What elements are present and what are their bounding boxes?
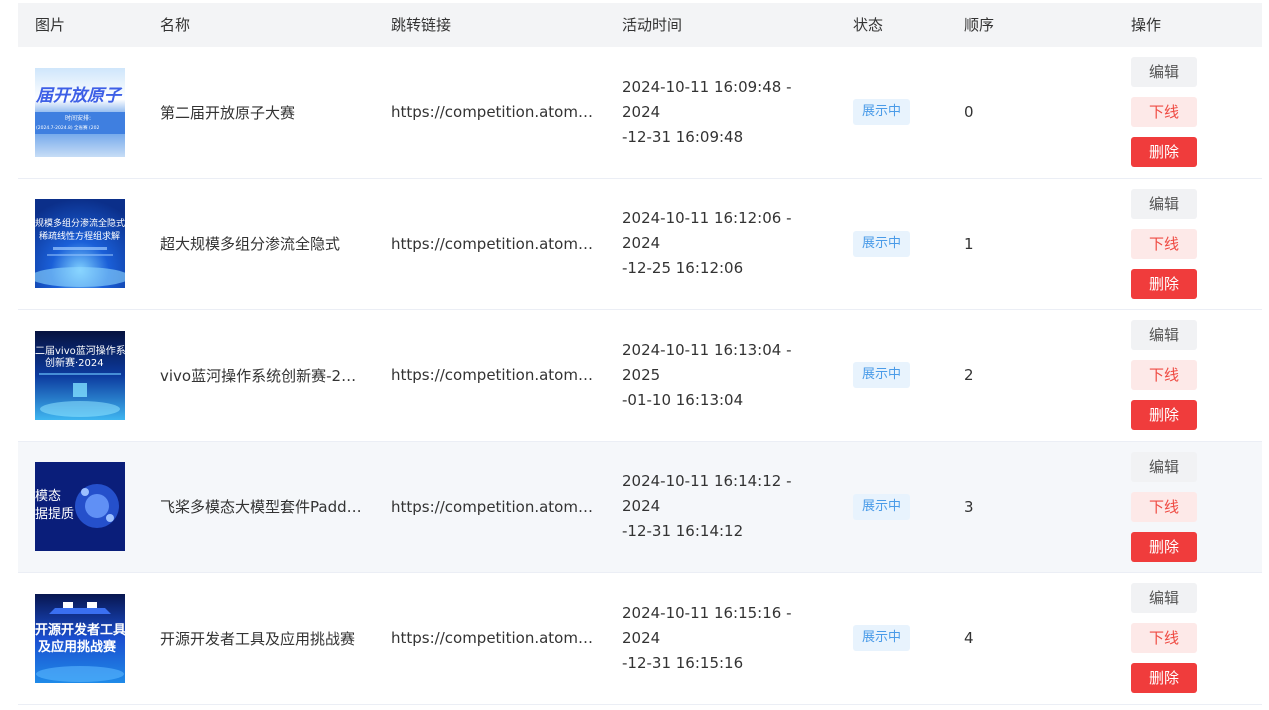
header-status: 状态	[853, 16, 884, 34]
svg-text:规模多组分渗流全隐式: 规模多组分渗流全隐式	[35, 217, 125, 229]
activity-name: 飞桨多模态大模型套件PaddleMIX	[160, 498, 365, 517]
offline-button[interactable]: 下线	[1131, 228, 1197, 259]
order-value: 0	[964, 103, 974, 122]
activity-time: 2024-10-11 16:15:16 - 2024 -12-31 16:15:…	[622, 603, 792, 672]
activity-time: 2024-10-11 16:14:12 - 2024 -12-31 16:14:…	[622, 472, 792, 541]
delete-button[interactable]: 删除	[1131, 268, 1197, 299]
activity-time: 2024-10-11 16:09:48 - 2024 -12-31 16:09:…	[622, 77, 792, 146]
activity-name: 第二届开放原子大赛	[160, 103, 296, 122]
offline-button[interactable]: 下线	[1131, 97, 1197, 128]
edit-button[interactable]: 编辑	[1131, 451, 1197, 482]
delete-button[interactable]: 删除	[1131, 531, 1197, 562]
order-value: 3	[964, 497, 974, 516]
header-ops: 操作	[1131, 16, 1162, 34]
status-badge: 展示中	[853, 493, 911, 520]
edit-button[interactable]: 编辑	[1131, 188, 1197, 219]
svg-text:模态: 模态	[35, 489, 61, 504]
svg-text:开源开发者工具: 开源开发者工具	[35, 622, 125, 638]
activity-name: 开源开发者工具及应用挑战赛	[160, 629, 356, 648]
activity-table: 图片 名称 跳转链接 活动时间 状态 顺序 操作 届开放原子 时间安排: (20…	[18, 3, 1262, 705]
edit-button[interactable]: 编辑	[1131, 320, 1197, 351]
svg-text:稀疏线性方程组求解: 稀疏线性方程组求解	[39, 230, 120, 242]
delete-button[interactable]: 删除	[1131, 400, 1197, 431]
activity-link[interactable]: https://competition.atomgit.com	[391, 366, 596, 384]
delete-button[interactable]: 删除	[1131, 137, 1197, 168]
svg-text:创新赛·2024: 创新赛·2024	[45, 356, 104, 369]
svg-text:二届vivo蓝河操作系: 二届vivo蓝河操作系	[35, 344, 125, 357]
activity-name: vivo蓝河操作系统创新赛-2024	[160, 366, 365, 385]
activity-link[interactable]: https://competition.atomgit.com	[391, 235, 596, 253]
edit-button[interactable]: 编辑	[1131, 57, 1197, 88]
header-time: 活动时间	[622, 16, 683, 34]
activity-thumbnail[interactable]: 开源开发者工具 及应用挑战赛	[35, 593, 125, 683]
header-order: 顺序	[964, 16, 995, 34]
order-value: 2	[964, 366, 974, 385]
svg-text:时间安排:: 时间安排:	[65, 114, 91, 122]
svg-text:据提质: 据提质	[35, 506, 74, 522]
delete-button[interactable]: 删除	[1131, 663, 1197, 694]
table-header: 图片 名称 跳转链接 活动时间 状态 顺序 操作	[18, 3, 1262, 47]
status-badge: 展示中	[853, 625, 911, 652]
svg-text:届开放原子: 届开放原子	[35, 86, 123, 106]
activity-link[interactable]: https://competition.atomgit.com	[391, 629, 596, 647]
edit-button[interactable]: 编辑	[1131, 583, 1197, 614]
svg-text:及应用挑战赛: 及应用挑战赛	[38, 639, 117, 655]
header-name: 名称	[160, 16, 191, 34]
status-badge: 展示中	[853, 362, 911, 389]
header-image: 图片	[35, 16, 66, 34]
activity-thumbnail[interactable]: 届开放原子 时间安排: (2024.7-2024.8) 全省赛 (202	[35, 67, 125, 157]
activity-thumbnail[interactable]: 规模多组分渗流全隐式 稀疏线性方程组求解	[35, 199, 125, 289]
status-badge: 展示中	[853, 99, 911, 126]
svg-text:(2024.7-2024.8) 全省赛 (202: (2024.7-2024.8) 全省赛 (202	[36, 124, 99, 131]
table-row: 届开放原子 时间安排: (2024.7-2024.8) 全省赛 (202 第二届…	[18, 47, 1262, 179]
order-value: 4	[964, 629, 974, 648]
activity-time: 2024-10-11 16:13:04 - 2025 -01-10 16:13:…	[622, 340, 792, 409]
header-link: 跳转链接	[391, 16, 452, 34]
activity-thumbnail[interactable]: 模态 据提质	[35, 462, 125, 552]
activity-thumbnail[interactable]: 二届vivo蓝河操作系 创新赛·2024	[35, 330, 125, 420]
activity-name: 超大规模多组分渗流全隐式	[160, 235, 341, 254]
order-value: 1	[964, 234, 974, 253]
status-badge: 展示中	[853, 230, 911, 257]
activity-link[interactable]: https://competition.atomgit.com	[391, 498, 596, 516]
offline-button[interactable]: 下线	[1131, 623, 1197, 654]
offline-button[interactable]: 下线	[1131, 491, 1197, 522]
offline-button[interactable]: 下线	[1131, 360, 1197, 391]
activity-link[interactable]: https://competition.atomgit.com	[391, 103, 596, 121]
table-row: 开源开发者工具 及应用挑战赛 开源开发者工具及应用挑战赛 https://com…	[18, 573, 1262, 705]
table-row: 二届vivo蓝河操作系 创新赛·2024 vivo蓝河操作系统创新赛-2024 …	[18, 310, 1262, 442]
activity-time: 2024-10-11 16:12:06 - 2024 -12-25 16:12:…	[622, 209, 792, 278]
table-row: 规模多组分渗流全隐式 稀疏线性方程组求解 超大规模多组分渗流全隐式 https:…	[18, 178, 1262, 310]
table-row: 模态 据提质 飞桨多模态大模型套件PaddleMIX https://compe…	[18, 441, 1262, 573]
